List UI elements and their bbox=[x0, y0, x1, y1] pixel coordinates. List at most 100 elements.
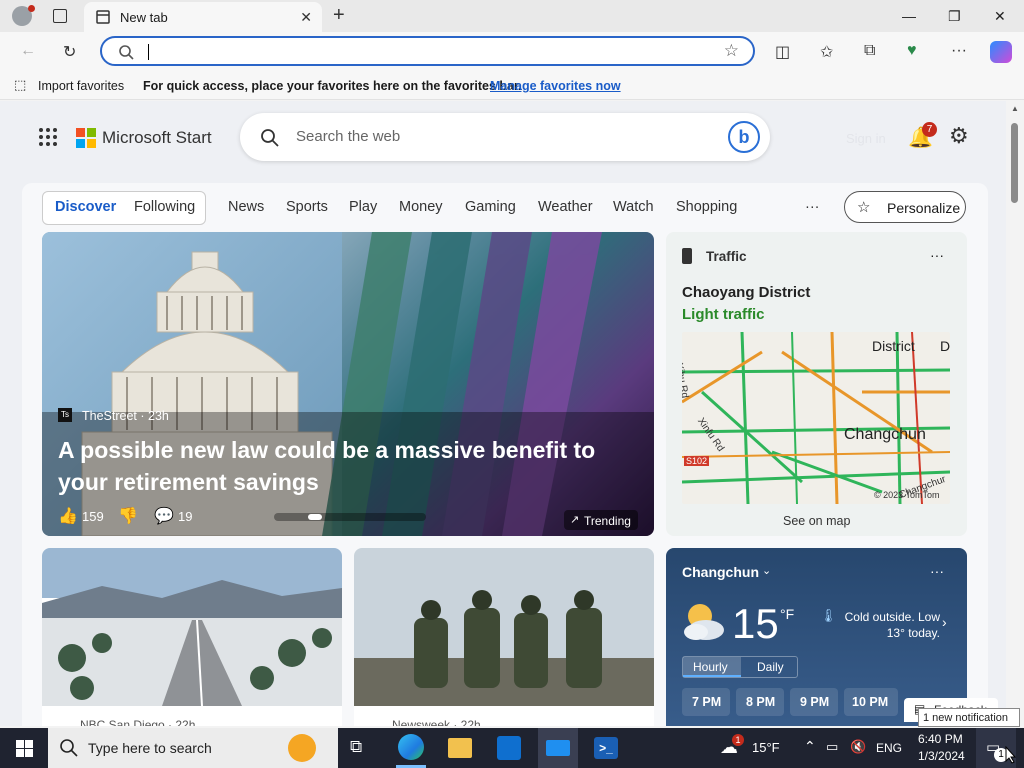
favorites-icon[interactable]: ✩ bbox=[820, 42, 833, 62]
new-tab-plus-icon[interactable]: + bbox=[333, 4, 345, 27]
hourly-tab-label: Hourly bbox=[693, 660, 728, 674]
weather-tab-group: Hourly Daily bbox=[682, 656, 798, 678]
traffic-menu-icon[interactable]: ··· bbox=[930, 247, 944, 263]
news-card-2[interactable]: Newsweek · 22h bbox=[354, 548, 654, 726]
settings-gear-icon[interactable]: ⚙ bbox=[949, 123, 969, 149]
clock-date[interactable]: 1/3/2024 bbox=[918, 749, 965, 763]
news-card-1[interactable]: NBC San Diego · 22h bbox=[42, 548, 342, 726]
browser-toolbar: ← ↻ ☆ ◫ ✩ ⧉ ♥ ··· bbox=[0, 32, 1024, 72]
address-bar[interactable]: ☆ bbox=[100, 36, 755, 66]
search-placeholder: Search the web bbox=[296, 128, 401, 145]
scroll-up-arrow[interactable]: ▲ bbox=[1011, 104, 1019, 113]
close-window-icon[interactable]: ✕ bbox=[994, 8, 1006, 25]
tray-expand-icon[interactable]: ⌃ bbox=[804, 738, 816, 755]
like-icon[interactable]: 👍 bbox=[58, 506, 78, 526]
manage-favorites-link[interactable]: Manage favorites now bbox=[490, 79, 621, 93]
task-view-icon[interactable]: ⧉ bbox=[350, 737, 362, 757]
traffic-card[interactable]: Traffic ··· Chaoyang District Light traf… bbox=[666, 232, 967, 536]
comment-icon[interactable]: 💬 bbox=[154, 506, 174, 526]
apps-grid-icon[interactable] bbox=[38, 127, 58, 147]
daily-tab[interactable]: Daily bbox=[757, 660, 784, 674]
tab-weather[interactable]: Weather bbox=[538, 199, 593, 215]
hour-label: 8 PM bbox=[746, 695, 776, 709]
personalize-button[interactable]: ☆ Personalize bbox=[844, 191, 966, 223]
mail-icon[interactable] bbox=[538, 728, 578, 768]
taskbar-search-box[interactable]: Type here to search bbox=[48, 728, 338, 768]
tab-sports[interactable]: Sports bbox=[286, 199, 328, 215]
sign-in-button[interactable]: Sign in bbox=[846, 131, 886, 146]
windows-taskbar: Type here to search ⧉ >_ ☁ 1 15°F ⌃ ▭ 🔇 … bbox=[0, 728, 1024, 768]
traffic-status: Light traffic bbox=[682, 306, 765, 323]
powershell-icon[interactable]: >_ bbox=[594, 737, 618, 759]
back-icon[interactable]: ← bbox=[20, 42, 36, 60]
favorite-star-icon[interactable]: ☆ bbox=[724, 41, 739, 61]
tab-actions-icon[interactable] bbox=[53, 9, 67, 23]
copilot-icon[interactable] bbox=[990, 41, 1012, 63]
city-dropdown-icon[interactable]: ⌄ bbox=[762, 564, 771, 577]
tab-discover[interactable]: Discover bbox=[55, 199, 116, 215]
tab-shopping[interactable]: Shopping bbox=[676, 199, 737, 215]
restore-icon[interactable]: ❐ bbox=[948, 8, 961, 25]
hourly-tab[interactable]: Hourly bbox=[683, 657, 741, 677]
trending-label: Trending bbox=[584, 514, 631, 528]
store-icon[interactable] bbox=[497, 736, 521, 760]
hour-chip-10pm[interactable]: 10 PM bbox=[844, 688, 898, 716]
weather-card[interactable]: Changchun ⌄ ··· 15 °F 🌡 Cold outside. Lo… bbox=[666, 548, 998, 726]
dislike-icon[interactable]: 👎 bbox=[118, 506, 138, 526]
tab-watch[interactable]: Watch bbox=[613, 199, 654, 215]
traffic-district: Chaoyang District bbox=[682, 284, 811, 301]
web-search-box[interactable]: Search the web b bbox=[240, 113, 770, 161]
refresh-icon[interactable]: ↻ bbox=[63, 42, 76, 62]
more-menu-icon[interactable]: ··· bbox=[951, 42, 967, 60]
like-count: 159 bbox=[82, 509, 104, 524]
tab-title: New tab bbox=[120, 10, 168, 25]
page-content: Microsoft Start Search the web b Sign in… bbox=[0, 101, 1006, 726]
close-tab-icon[interactable]: ✕ bbox=[300, 9, 312, 26]
network-icon[interactable]: ▭ bbox=[826, 739, 838, 755]
clock-time[interactable]: 6:40 PM bbox=[918, 732, 963, 746]
collections-icon[interactable]: ⧉ bbox=[864, 42, 875, 60]
hero-headline[interactable]: A possible new law could be a massive be… bbox=[58, 434, 618, 498]
scrollbar-thumb[interactable] bbox=[1011, 123, 1018, 203]
bing-icon[interactable]: b bbox=[728, 121, 760, 153]
weather-next-icon[interactable]: › bbox=[942, 614, 947, 630]
hour-chip-8pm[interactable]: 8 PM bbox=[736, 688, 784, 716]
import-favorites-button[interactable]: Import favorites bbox=[38, 79, 124, 93]
carousel-dots[interactable] bbox=[274, 513, 426, 521]
language-indicator[interactable]: ENG bbox=[876, 741, 902, 755]
favbar-message: For quick access, place your favorites h… bbox=[143, 79, 522, 93]
taskbar-search-placeholder: Type here to search bbox=[88, 740, 212, 756]
split-screen-icon[interactable]: ◫ bbox=[775, 42, 790, 62]
tab-money[interactable]: Money bbox=[399, 199, 443, 215]
weather-city[interactable]: Changchun bbox=[682, 564, 759, 580]
volume-muted-icon[interactable]: 🔇 bbox=[850, 739, 866, 755]
brand-name[interactable]: Microsoft Start bbox=[102, 128, 212, 148]
tab-news[interactable]: News bbox=[228, 199, 264, 215]
trending-badge: ↗ Trending bbox=[564, 510, 638, 530]
partly-cloudy-night-icon bbox=[684, 604, 724, 640]
tab-gaming[interactable]: Gaming bbox=[465, 199, 516, 215]
microsoft-logo-icon[interactable] bbox=[76, 128, 96, 148]
browser-essentials-icon[interactable]: ♥ bbox=[907, 42, 917, 60]
search-icon bbox=[261, 129, 279, 147]
profile-alert-dot bbox=[28, 5, 35, 12]
taskbar-weather-temp: 15°F bbox=[752, 740, 780, 755]
file-explorer-icon[interactable] bbox=[448, 738, 472, 758]
map-road-shield: S102 bbox=[684, 456, 710, 466]
hero-story[interactable]: Ts TheStreet · 23h A possible new law co… bbox=[42, 232, 654, 536]
tab-play[interactable]: Play bbox=[349, 199, 377, 215]
traffic-map[interactable]: District D Changchun Xihu Rd Xinfu Rd S1… bbox=[682, 332, 950, 504]
see-on-map-link[interactable]: See on map bbox=[783, 514, 850, 528]
hour-chip-9pm[interactable]: 9 PM bbox=[790, 688, 838, 716]
weather-menu-icon[interactable]: ··· bbox=[930, 563, 944, 579]
tab-following[interactable]: Following bbox=[134, 199, 195, 215]
notification-count-badge: 7 bbox=[922, 122, 937, 137]
nav-more-icon[interactable]: ··· bbox=[805, 199, 820, 215]
minimize-icon[interactable]: — bbox=[902, 8, 916, 24]
windows-start-icon[interactable] bbox=[16, 740, 33, 757]
tab-new-tab[interactable]: New tab ✕ bbox=[84, 2, 322, 32]
personalize-label: Personalize bbox=[887, 200, 961, 216]
page-scrollbar[interactable]: ▲ bbox=[1006, 101, 1024, 726]
hour-chip-7pm[interactable]: 7 PM bbox=[682, 688, 730, 716]
edge-taskbar-icon[interactable] bbox=[398, 734, 424, 760]
